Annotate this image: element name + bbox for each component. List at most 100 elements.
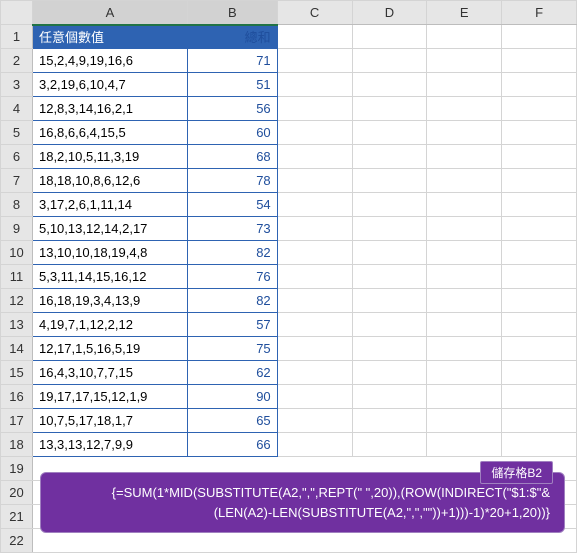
cell[interactable] (427, 73, 502, 97)
row-header[interactable]: 22 (1, 529, 33, 553)
row-header[interactable]: 19 (1, 457, 33, 481)
row-header[interactable]: 7 (1, 169, 33, 193)
cell-b[interactable]: 62 (187, 361, 277, 385)
cell-a[interactable]: 18,2,10,5,11,3,19 (32, 145, 187, 169)
row-header[interactable]: 2 (1, 49, 33, 73)
cell[interactable] (502, 97, 577, 121)
row-header[interactable]: 6 (1, 145, 33, 169)
cell-b[interactable]: 78 (187, 169, 277, 193)
cell[interactable] (352, 97, 427, 121)
cell[interactable] (502, 337, 577, 361)
col-header-e[interactable]: E (427, 1, 502, 25)
cell[interactable] (277, 313, 352, 337)
row-header[interactable]: 8 (1, 193, 33, 217)
cell[interactable] (352, 217, 427, 241)
cell[interactable] (277, 385, 352, 409)
cell-b[interactable]: 82 (187, 241, 277, 265)
col-header-b[interactable]: B (187, 1, 277, 25)
cell-b[interactable]: 90 (187, 385, 277, 409)
cell[interactable] (352, 73, 427, 97)
cell[interactable] (352, 169, 427, 193)
col-header-c[interactable]: C (277, 1, 352, 25)
cell[interactable] (502, 193, 577, 217)
cell[interactable] (352, 49, 427, 73)
cell[interactable] (427, 265, 502, 289)
cell[interactable] (427, 313, 502, 337)
cell[interactable] (277, 169, 352, 193)
cell[interactable] (277, 121, 352, 145)
row-header[interactable]: 17 (1, 409, 33, 433)
cell-a[interactable]: 15,2,4,9,19,16,6 (32, 49, 187, 73)
cell[interactable] (502, 145, 577, 169)
cell-b[interactable]: 71 (187, 49, 277, 73)
row-header[interactable]: 14 (1, 337, 33, 361)
col-header-d[interactable]: D (352, 1, 427, 25)
cell[interactable] (502, 169, 577, 193)
cell[interactable] (502, 385, 577, 409)
cell-b[interactable]: 65 (187, 409, 277, 433)
cell[interactable] (427, 169, 502, 193)
row-header[interactable]: 21 (1, 505, 33, 529)
cell-a[interactable]: 12,8,3,14,16,2,1 (32, 97, 187, 121)
row-header[interactable]: 10 (1, 241, 33, 265)
cell[interactable] (502, 217, 577, 241)
cell-b[interactable]: 56 (187, 97, 277, 121)
cell-a[interactable]: 5,3,11,14,15,16,12 (32, 265, 187, 289)
cell[interactable] (502, 433, 577, 457)
cell-a[interactable]: 10,7,5,17,18,1,7 (32, 409, 187, 433)
cell[interactable] (502, 121, 577, 145)
cell[interactable] (352, 121, 427, 145)
cell-b[interactable]: 76 (187, 265, 277, 289)
cell[interactable] (427, 25, 502, 49)
cell[interactable] (277, 73, 352, 97)
row-header[interactable]: 3 (1, 73, 33, 97)
cell[interactable] (352, 337, 427, 361)
cell[interactable] (427, 97, 502, 121)
row-header[interactable]: 12 (1, 289, 33, 313)
cell-b[interactable]: 68 (187, 145, 277, 169)
cell[interactable] (352, 193, 427, 217)
cell[interactable] (352, 145, 427, 169)
col-header-f[interactable]: F (502, 1, 577, 25)
cell-a[interactable]: 4,19,7,1,12,2,12 (32, 313, 187, 337)
cell-a[interactable]: 5,10,13,12,14,2,17 (32, 217, 187, 241)
cell-b[interactable]: 54 (187, 193, 277, 217)
cell[interactable] (502, 313, 577, 337)
cell[interactable] (277, 289, 352, 313)
cell-a[interactable]: 18,18,10,8,6,12,6 (32, 169, 187, 193)
row-header[interactable]: 20 (1, 481, 33, 505)
cell[interactable] (352, 409, 427, 433)
cell[interactable] (352, 433, 427, 457)
cell[interactable] (502, 49, 577, 73)
cell-a[interactable]: 16,8,6,6,4,15,5 (32, 121, 187, 145)
cell[interactable] (277, 193, 352, 217)
cell[interactable] (277, 241, 352, 265)
row-header[interactable]: 5 (1, 121, 33, 145)
cell-a[interactable]: 13,10,10,18,19,4,8 (32, 241, 187, 265)
cell[interactable] (277, 49, 352, 73)
cell-a[interactable]: 3,17,2,6,1,11,14 (32, 193, 187, 217)
cell-b[interactable]: 73 (187, 217, 277, 241)
col-header-a[interactable]: A (32, 1, 187, 25)
cell-a[interactable]: 3,2,19,6,10,4,7 (32, 73, 187, 97)
row-header[interactable]: 11 (1, 265, 33, 289)
row-header[interactable]: 15 (1, 361, 33, 385)
cell[interactable] (427, 193, 502, 217)
cell[interactable] (502, 361, 577, 385)
cell[interactable] (352, 313, 427, 337)
cell[interactable] (427, 49, 502, 73)
cell[interactable] (352, 25, 427, 49)
row-header[interactable]: 4 (1, 97, 33, 121)
cell[interactable] (502, 241, 577, 265)
cell[interactable] (427, 241, 502, 265)
cell[interactable] (277, 433, 352, 457)
cell[interactable] (352, 361, 427, 385)
cell[interactable] (502, 265, 577, 289)
cell[interactable] (427, 121, 502, 145)
select-all-corner[interactable] (1, 1, 33, 25)
row-header[interactable]: 9 (1, 217, 33, 241)
cell-b[interactable]: 51 (187, 73, 277, 97)
cell[interactable] (427, 217, 502, 241)
cell-a[interactable]: 16,4,3,10,7,7,15 (32, 361, 187, 385)
cell[interactable] (277, 409, 352, 433)
